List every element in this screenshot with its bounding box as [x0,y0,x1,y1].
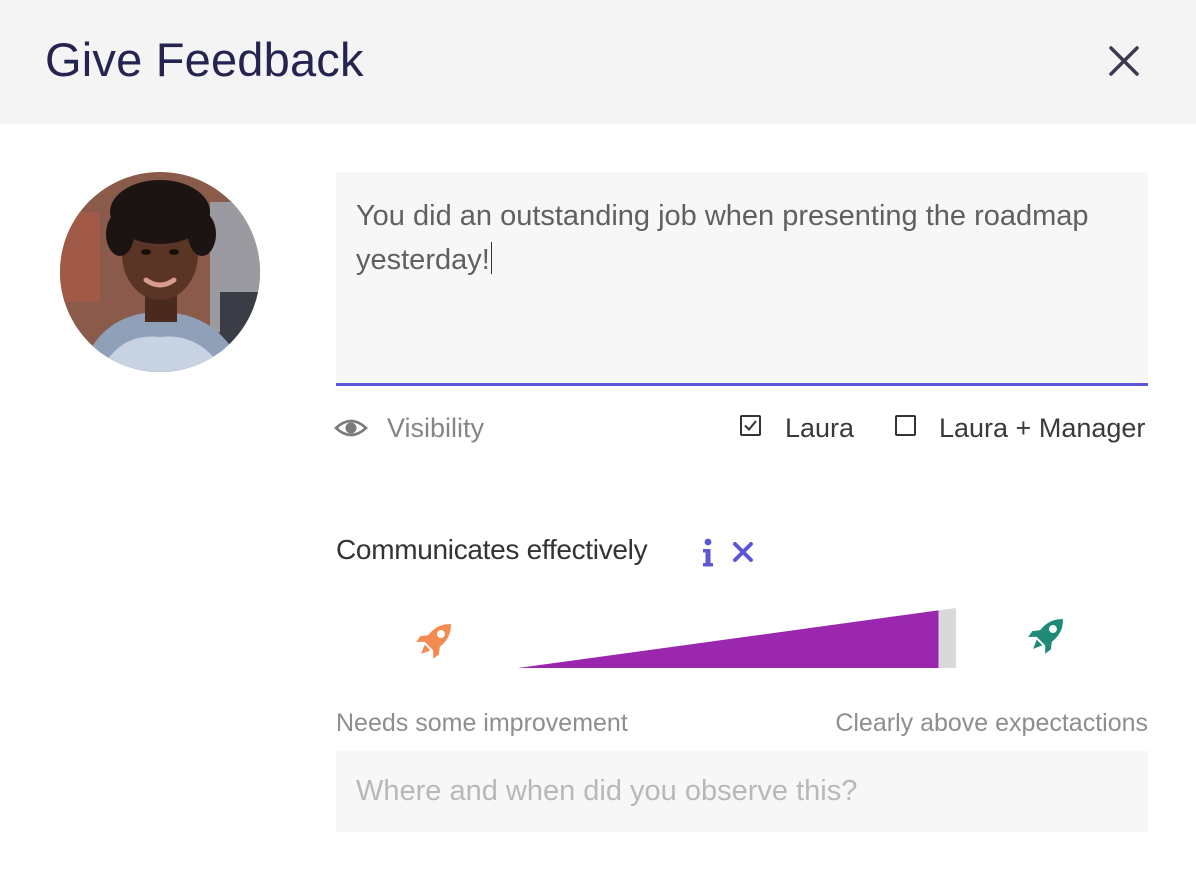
competency-title: Communicates effectively [336,534,648,565]
visibility-row: Visibility Laura Laura + Manager [334,408,1149,452]
visibility-label: Visibility [387,413,485,443]
remove-icon[interactable] [732,541,754,563]
rocket-green-icon [1028,619,1063,654]
check-icon [744,420,757,431]
avatar [60,172,260,372]
info-icon[interactable] [700,538,716,568]
observation-input[interactable] [336,751,1148,832]
dialog-title: Give Feedback [45,33,364,86]
slider-fill [518,610,939,668]
checkbox-laura-manager-label[interactable]: Laura + Manager [939,413,1145,444]
scale-low-label: Needs some improvement [336,709,628,737]
checkbox-laura[interactable] [740,415,761,436]
close-icon[interactable] [1103,40,1145,82]
checkbox-laura-manager[interactable] [895,415,916,436]
text-caret [490,242,492,274]
scale-high-label: Clearly above expectactions [835,709,1148,737]
eye-icon [334,419,368,437]
dialog-header: Give Feedback [0,0,1196,124]
rating-slider[interactable] [518,608,956,668]
checkbox-laura-label[interactable]: Laura [785,413,854,444]
feedback-text: You did an outstanding job when presenti… [356,200,1089,276]
feedback-textarea[interactable]: You did an outstanding job when presenti… [336,172,1148,386]
rocket-orange-icon [416,624,451,659]
